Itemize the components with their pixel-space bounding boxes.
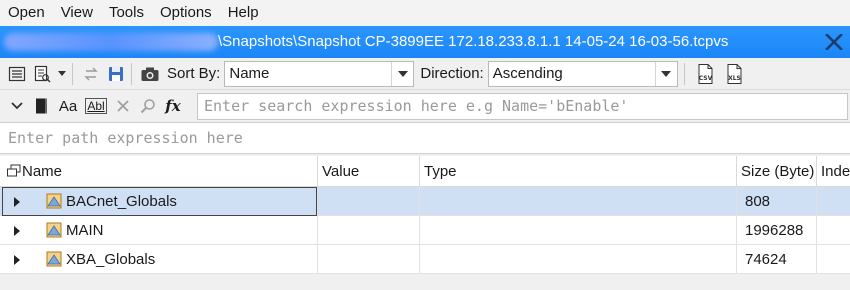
size-cell: 1996288 bbox=[737, 216, 817, 245]
toolbar-separator bbox=[72, 62, 73, 85]
global-variable-icon bbox=[46, 222, 62, 238]
column-header-name[interactable]: Name bbox=[0, 156, 318, 187]
focus-rectangle bbox=[2, 187, 317, 216]
menu-bar: Open View Tools Options Help bbox=[0, 0, 850, 26]
sort-by-value: Name bbox=[229, 65, 270, 82]
size-cell: 74624 bbox=[737, 245, 817, 274]
function-label: fx bbox=[165, 97, 181, 115]
export-csv-icon[interactable]: CSV bbox=[692, 63, 718, 85]
csv-label: CSV bbox=[698, 75, 712, 82]
table-row[interactable]: BACnet_Globals 808 bbox=[0, 187, 850, 216]
index-cell bbox=[817, 245, 850, 274]
sort-by-select[interactable]: Name bbox=[224, 60, 415, 87]
size-cell: 808 bbox=[737, 187, 817, 216]
menu-view[interactable]: View bbox=[53, 0, 101, 26]
column-header-size-label: Size (Byte) bbox=[741, 163, 815, 180]
menu-tools[interactable]: Tools bbox=[101, 0, 152, 26]
direction-value: Ascending bbox=[492, 65, 563, 82]
grid-header: Name Value Type Size (Byte) Inde bbox=[0, 156, 850, 187]
redacted-path-blur bbox=[4, 33, 218, 51]
name-text: MAIN bbox=[66, 222, 104, 239]
view-dropdown-arrow-icon[interactable] bbox=[56, 63, 68, 85]
value-cell bbox=[318, 216, 420, 245]
value-cell bbox=[318, 187, 420, 216]
sort-by-label: Sort By: bbox=[167, 65, 221, 82]
direction-label: Direction: bbox=[420, 65, 484, 82]
grid-empty-area bbox=[0, 274, 850, 290]
whole-word-icon[interactable]: Abl bbox=[83, 95, 109, 117]
index-cell bbox=[817, 187, 850, 216]
name-cell: MAIN bbox=[0, 216, 318, 245]
chevron-down-icon[interactable] bbox=[654, 61, 677, 86]
document-title: \Snapshots\Snapshot CP-3899EE 172.18.233… bbox=[218, 33, 729, 50]
chevron-down-icon[interactable] bbox=[6, 95, 28, 117]
column-header-value[interactable]: Value bbox=[318, 156, 420, 187]
expand-arrow-icon[interactable] bbox=[14, 226, 20, 236]
close-icon[interactable] bbox=[822, 31, 846, 53]
expand-arrow-icon[interactable] bbox=[14, 255, 20, 265]
document-view-icon[interactable] bbox=[31, 63, 53, 85]
column-header-index-label: Inde bbox=[821, 163, 850, 180]
toolbar-separator bbox=[683, 62, 685, 85]
global-variable-icon bbox=[46, 251, 62, 267]
camera-snapshot-icon[interactable] bbox=[139, 63, 161, 85]
xls-label: XLS bbox=[728, 75, 741, 82]
search-input[interactable]: Enter search expression here e.g Name='b… bbox=[197, 93, 848, 120]
save-icon[interactable] bbox=[105, 63, 127, 85]
column-header-type[interactable]: Type bbox=[420, 156, 737, 187]
name-cell: XBA_Globals bbox=[0, 245, 318, 274]
table-row[interactable]: XBA_Globals 74624 bbox=[0, 245, 850, 274]
toolbar-separator bbox=[131, 62, 132, 85]
menu-open[interactable]: Open bbox=[0, 0, 53, 26]
type-cell bbox=[420, 245, 737, 274]
list-view-icon[interactable] bbox=[6, 63, 28, 85]
column-header-type-label: Type bbox=[424, 163, 457, 180]
match-case-label: Aa bbox=[58, 97, 78, 115]
type-cell bbox=[420, 187, 737, 216]
direction-select[interactable]: Ascending bbox=[487, 60, 678, 87]
path-expression-bar: Enter path expression here bbox=[0, 122, 850, 154]
menu-help[interactable]: Help bbox=[220, 0, 267, 26]
function-icon[interactable]: fx bbox=[162, 95, 184, 117]
table-row[interactable]: MAIN 1996288 bbox=[0, 216, 850, 245]
column-header-name-label: Name bbox=[22, 163, 63, 180]
book-icon[interactable] bbox=[31, 95, 53, 117]
column-header-index[interactable]: Inde bbox=[817, 156, 850, 187]
symbol-grid: Name Value Type Size (Byte) Inde BACnet_… bbox=[0, 156, 850, 290]
type-cell bbox=[420, 216, 737, 245]
value-cell bbox=[318, 245, 420, 274]
column-header-size[interactable]: Size (Byte) bbox=[737, 156, 817, 187]
path-input[interactable]: Enter path expression here bbox=[8, 123, 243, 153]
chevron-down-icon[interactable] bbox=[391, 61, 413, 86]
match-case-icon[interactable]: Aa bbox=[56, 95, 80, 117]
export-xls-icon[interactable]: XLS bbox=[721, 63, 747, 85]
name-cell: BACnet_Globals bbox=[0, 187, 318, 216]
name-text: XBA_Globals bbox=[66, 251, 156, 268]
document-title-bar: \Snapshots\Snapshot CP-3899EE 172.18.233… bbox=[0, 26, 850, 58]
index-cell bbox=[817, 216, 850, 245]
swap-arrows-icon[interactable] bbox=[80, 63, 102, 85]
whole-word-label: Abl bbox=[85, 98, 107, 114]
tree-columns-icon bbox=[7, 164, 21, 177]
clear-icon[interactable] bbox=[112, 95, 134, 117]
column-header-value-label: Value bbox=[322, 163, 360, 180]
menu-options[interactable]: Options bbox=[152, 0, 220, 26]
search-icon[interactable] bbox=[137, 95, 159, 117]
search-toolbar: Aa Abl fx Enter search expression here e… bbox=[0, 90, 850, 122]
toolbar: Sort By: Name Direction: Ascending CSV X… bbox=[0, 58, 850, 90]
